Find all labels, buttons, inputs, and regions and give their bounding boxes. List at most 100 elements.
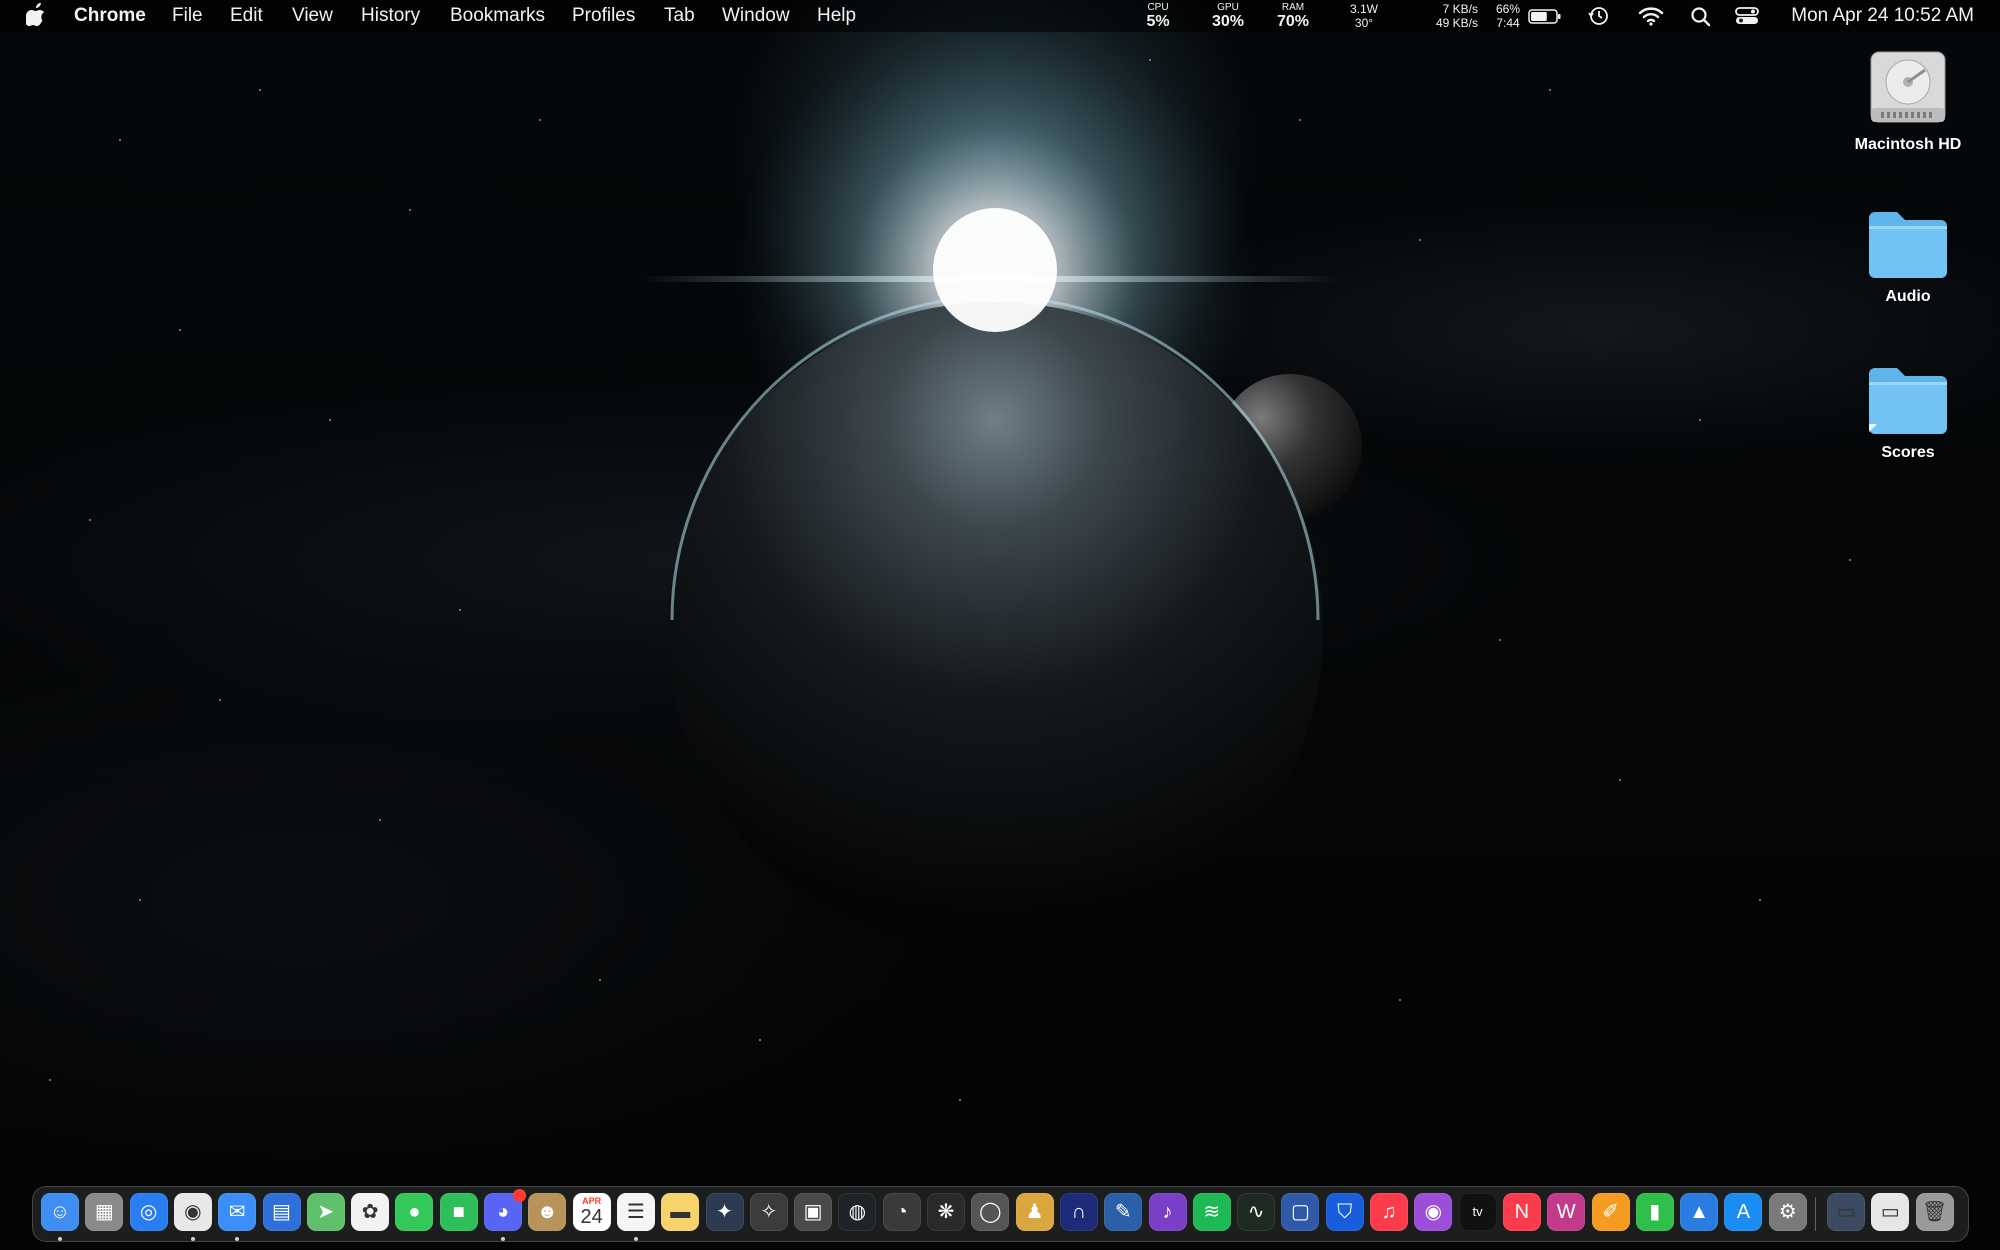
sun — [933, 208, 1057, 332]
dock-safari-icon[interactable]: ◎ — [129, 1193, 168, 1231]
menu-view[interactable]: View — [292, 4, 333, 28]
battery-time: 7:44 — [1496, 16, 1520, 30]
dock-news-icon[interactable]: N — [1502, 1193, 1541, 1231]
dock-finder-icon[interactable]: ☺ — [41, 1193, 79, 1231]
dock-pages-icon[interactable]: ✐ — [1591, 1193, 1630, 1231]
dock-discord-icon[interactable]: ◕ — [484, 1189, 526, 1231]
desktop-icon-scores[interactable]: Scores — [1833, 362, 1983, 462]
dock-activity-monitor-icon[interactable]: ∿ — [1237, 1193, 1276, 1231]
dock-maps-icon[interactable]: ➤ — [306, 1193, 345, 1231]
cpu-stat[interactable]: CPU 5% — [1143, 2, 1173, 30]
dock-bitwarden-icon[interactable]: ⛉ — [1325, 1193, 1364, 1231]
dock-chrome-icon[interactable]: ◉ — [173, 1193, 212, 1231]
dock-motion-icon[interactable]: ✧ — [749, 1193, 788, 1231]
dock-downloads-stack-icon[interactable]: ▭ — [1871, 1193, 1910, 1231]
dock-screens-icon[interactable]: ▢ — [1281, 1193, 1320, 1231]
menu-bookmarks[interactable]: Bookmarks — [450, 4, 545, 28]
dock-podcasts-icon[interactable]: ◉ — [1414, 1193, 1453, 1231]
dock-reminders-icon[interactable]: ☰ — [616, 1193, 655, 1231]
menu-profiles[interactable]: Profiles — [572, 4, 635, 28]
cpu-label: CPU — [1147, 2, 1169, 13]
power-stat[interactable]: 3.1W 30° — [1344, 2, 1384, 30]
apple-menu[interactable] — [25, 2, 46, 27]
hard-drive-icon — [1867, 48, 1949, 130]
running-indicator — [501, 1237, 505, 1241]
power-temp: 30° — [1354, 16, 1374, 30]
network-up: 7 KB/s — [1442, 2, 1478, 16]
dock: ☺ ▦ ◎ ◉ ✉ ▤ ➤ ✿ ● ■ ◕ ☻ APR 24 ☰ ▬ ✦ ✧ ▣ ◍ ◔ ❋ ◯ ♟ ∩ ✎ ♪ ≋ ∿ ▢ ⛉ ♫ ◉ tv N W… — [32, 1186, 1969, 1242]
dock-aperture-icon[interactable]: ❋ — [927, 1193, 965, 1231]
gpu-label: GPU — [1217, 2, 1239, 13]
dock-soundwave-icon[interactable]: W — [1547, 1193, 1586, 1231]
menu-app-name[interactable]: Chrome — [74, 4, 146, 28]
cpu-value: 5% — [1146, 13, 1170, 30]
dock-calendar-icon[interactable]: APR 24 — [572, 1193, 611, 1231]
dock-spotify-icon[interactable]: ≋ — [1192, 1193, 1231, 1231]
menu-help[interactable]: Help — [817, 4, 856, 28]
power-watts: 3.1W — [1349, 2, 1378, 16]
menu-history[interactable]: History — [361, 4, 420, 28]
apple-icon — [25, 2, 45, 27]
desktop-icon-label: Scores — [1881, 444, 1935, 461]
dock-logic-icon[interactable]: ✎ — [1104, 1193, 1143, 1231]
menu-tab[interactable]: Tab — [664, 4, 695, 28]
dock-davinci-icon[interactable]: ✦ — [705, 1193, 744, 1231]
gpu-stat[interactable]: GPU 30% — [1208, 2, 1248, 30]
dock-keynote-icon[interactable]: ▲ — [1680, 1193, 1719, 1231]
folder-icon — [1865, 206, 1951, 282]
gpu-value: 30% — [1211, 13, 1245, 30]
dock-obs-icon[interactable]: ◍ — [838, 1193, 877, 1231]
dock-audio-app-icon[interactable]: ∩ — [1059, 1193, 1098, 1231]
running-indicator — [633, 1237, 638, 1241]
dock-instruments-icon[interactable]: ♟ — [1015, 1193, 1054, 1231]
menu-bar: Chrome File Edit View History Bookmarks … — [0, 0, 2000, 32]
dock-separator — [1815, 1197, 1816, 1231]
control-center-icon[interactable] — [1734, 4, 1760, 28]
calendar-month: APR — [582, 1196, 602, 1206]
network-stat[interactable]: 7 KB/s 49 KB/s — [1422, 2, 1478, 30]
network-down: 49 KB/s — [1435, 16, 1478, 30]
battery-icon[interactable] — [1528, 4, 1562, 28]
dock-app-store-icon[interactable]: A — [1724, 1193, 1763, 1231]
running-indicator — [190, 1237, 195, 1241]
calendar-day: 24 — [580, 1206, 603, 1228]
menu-edit[interactable]: Edit — [230, 4, 263, 28]
menu-clock[interactable]: Mon Apr 24 10:52 AM — [1791, 4, 1974, 28]
wifi-icon[interactable] — [1638, 4, 1664, 28]
dock-facetime-icon[interactable]: ■ — [439, 1193, 478, 1231]
dock-contacts-icon[interactable]: ☻ — [528, 1193, 567, 1231]
dock-launchpad-icon[interactable]: ▦ — [85, 1193, 124, 1231]
dock-music-notation-icon[interactable]: ♪ — [1148, 1193, 1187, 1231]
dock-apple-tv-icon[interactable]: tv — [1458, 1193, 1497, 1231]
desktop-icon-audio[interactable]: Audio — [1833, 206, 1983, 306]
ram-stat[interactable]: RAM 70% — [1273, 2, 1313, 30]
dock-blender-icon[interactable]: ◔ — [882, 1193, 921, 1231]
folder-icon — [1865, 362, 1951, 438]
dock-messages-icon[interactable]: ● — [395, 1193, 434, 1231]
dock-notes-icon[interactable]: ▬ — [661, 1193, 700, 1231]
time-machine-icon[interactable] — [1586, 4, 1612, 28]
spotlight-search-icon[interactable] — [1688, 4, 1714, 28]
dock-files-icon[interactable]: ▤ — [262, 1193, 301, 1231]
running-indicator — [58, 1237, 62, 1241]
dock-screenshot-folder-icon[interactable]: ▭ — [1827, 1193, 1865, 1231]
menu-window[interactable]: Window — [722, 4, 790, 28]
dock-music-icon[interactable]: ♫ — [1370, 1193, 1408, 1231]
planet — [667, 302, 1323, 958]
desktop-icon-label: Macintosh HD — [1854, 136, 1962, 153]
battery-stat[interactable]: 66% 7:44 — [1492, 2, 1524, 30]
dock-trash-icon[interactable]: 🗑 — [1915, 1193, 1954, 1231]
dock-photos-icon[interactable]: ✿ — [351, 1193, 390, 1231]
dock-dvd-player-icon[interactable]: ◯ — [971, 1193, 1010, 1231]
wallpaper-art — [49, 10, 1901, 1101]
desktop-icon-label: Audio — [1885, 288, 1931, 305]
dock-mail-icon[interactable]: ✉ — [218, 1193, 257, 1231]
menu-file[interactable]: File — [172, 4, 203, 28]
dock-system-settings-icon[interactable]: ⚙ — [1768, 1193, 1807, 1231]
ram-value: 70% — [1276, 13, 1310, 30]
dock-numbers-icon[interactable]: ▮ — [1635, 1193, 1674, 1231]
dock-compressor-icon[interactable]: ▣ — [794, 1193, 833, 1231]
desktop-icon-macintosh-hd[interactable]: Macintosh HD — [1833, 48, 1983, 154]
running-indicator — [235, 1237, 240, 1241]
notification-badge — [513, 1189, 526, 1202]
